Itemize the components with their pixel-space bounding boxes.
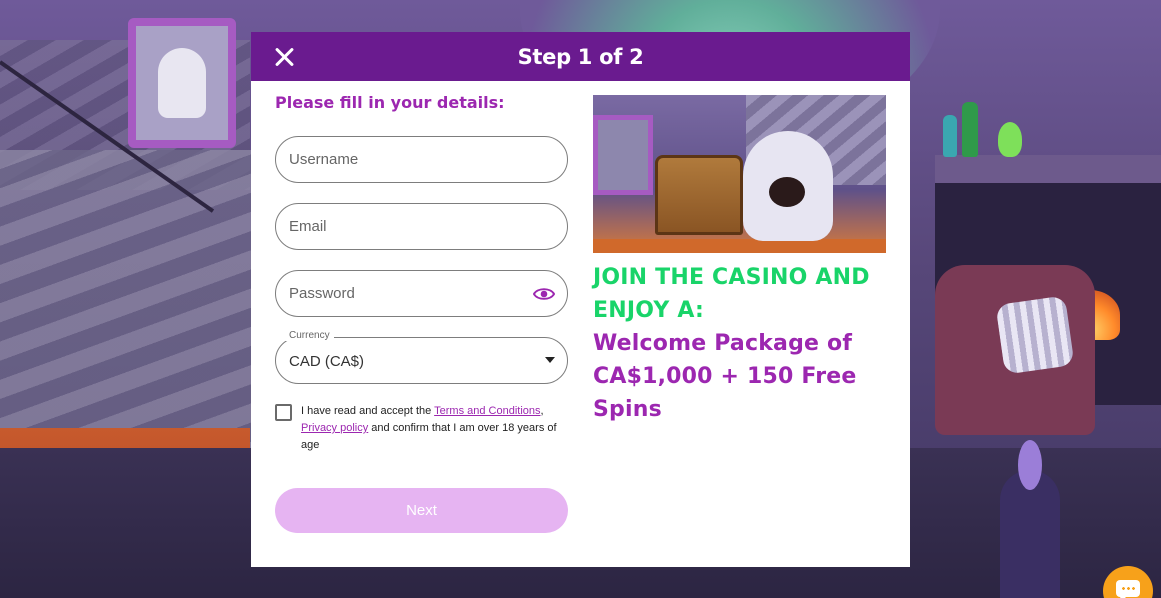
terms-link[interactable]: Terms and Conditions [434,405,540,417]
password-input[interactable] [276,271,567,316]
registration-modal: Step 1 of 2 Please fill in your details:… [251,32,910,567]
consent-text: I have read and accept the Terms and Con… [301,403,569,454]
form-heading: Please fill in your details: [275,93,505,112]
promo-line-1: JOIN THE CASINO AND [593,265,870,290]
email-input[interactable] [276,204,567,249]
promo-text: JOIN THE CASINO AND ENJOY A: Welcome Pac… [593,261,893,426]
promo-line-3: Welcome Package of [593,331,853,356]
consent-checkbox[interactable] [275,404,292,421]
registration-form: Please fill in your details: Currency CA… [275,81,569,533]
modal-header: Step 1 of 2 [251,32,910,81]
currency-value: CAD (CA$) [289,353,365,370]
treasure-chest [655,155,743,235]
email-field [275,203,568,250]
consent-row: I have read and accept the Terms and Con… [275,403,569,454]
eye-icon[interactable] [533,284,555,304]
close-icon[interactable] [271,44,297,70]
modal-title: Step 1 of 2 [517,44,644,69]
consent-prefix: I have read and accept the [301,405,435,417]
privacy-policy-link[interactable]: Privacy policy [301,422,368,434]
password-field [275,270,568,317]
promo-line-4: CA$1,000 + 150 Free [593,364,857,389]
promo-image [593,95,886,253]
username-field [275,136,568,183]
ghost-portrait [128,18,236,148]
username-input[interactable] [276,137,567,182]
next-button[interactable]: Next [275,488,568,533]
consent-separator: , [540,405,544,417]
promo-line-2: ENJOY A: [593,298,704,323]
currency-select[interactable]: Currency CAD (CA$) [275,330,568,384]
promo-line-5: Spins [593,397,662,422]
caret-down-icon [545,357,555,363]
currency-label: Currency [285,330,334,341]
